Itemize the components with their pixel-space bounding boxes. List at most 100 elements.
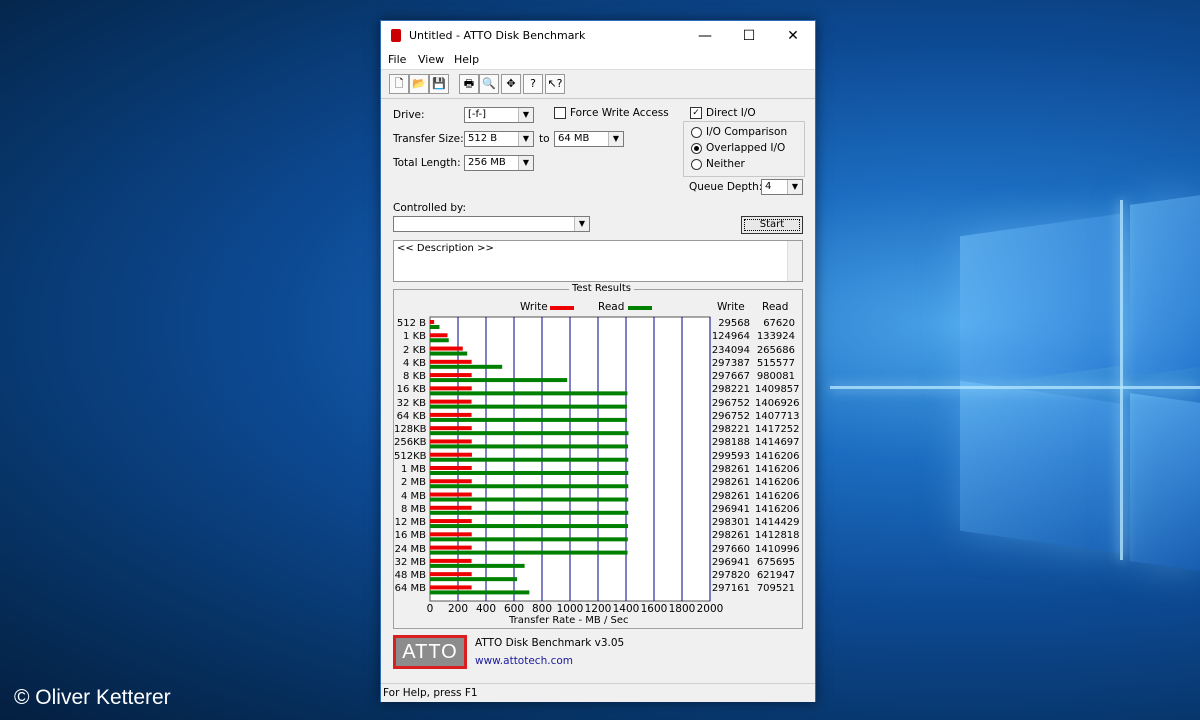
read-bar — [430, 404, 627, 409]
read-value: 1409857 — [755, 384, 800, 396]
menu-help[interactable]: Help — [454, 53, 479, 66]
write-bar — [430, 585, 472, 590]
transfer-to-select[interactable]: 64 MB ▼ — [554, 131, 624, 147]
app-icon — [391, 29, 401, 42]
direct-io-label: Direct I/O — [706, 107, 756, 119]
new-icon[interactable]: 🗋 — [389, 74, 409, 94]
write-bar — [430, 439, 472, 444]
write-value: 124964 — [711, 331, 750, 343]
read-value: 1406926 — [755, 397, 800, 409]
print-preview-icon[interactable]: 🔍 — [479, 74, 499, 94]
move-icon[interactable]: ✥ — [501, 74, 521, 94]
category-label: 1 KB — [403, 331, 426, 343]
chevron-down-icon: ▼ — [518, 108, 533, 122]
open-icon[interactable]: 📂 — [409, 74, 429, 94]
menu-file[interactable]: File — [388, 53, 406, 66]
io-comparison-radio[interactable] — [691, 127, 702, 138]
minimize-button[interactable]: — — [683, 21, 727, 51]
write-value: 297660 — [711, 543, 750, 555]
queue-depth-select[interactable]: 4 ▼ — [761, 179, 803, 195]
title-bar[interactable]: Untitled - ATTO Disk Benchmark — ☐ ✕ — [381, 21, 815, 51]
category-label: 4 MB — [400, 490, 426, 502]
read-bar — [430, 431, 629, 436]
chevron-down-icon: ▼ — [518, 132, 533, 146]
save-icon[interactable]: 💾 — [429, 74, 449, 94]
category-label: 48 MB — [394, 570, 426, 582]
drive-label: Drive: — [393, 109, 425, 121]
write-value: 298221 — [711, 424, 750, 436]
write-value: 297161 — [711, 583, 750, 595]
write-bar — [430, 373, 472, 378]
start-button[interactable]: Start — [741, 216, 803, 234]
atto-logo[interactable]: ATTO — [393, 635, 467, 669]
drive-select[interactable]: [-f-] ▼ — [464, 107, 534, 123]
read-bar — [430, 550, 628, 555]
product-version: ATTO Disk Benchmark v3.05 — [475, 637, 625, 649]
write-value: 298261 — [711, 477, 750, 489]
context-help-icon[interactable]: ↖? — [545, 74, 565, 94]
read-value: 515577 — [756, 357, 795, 369]
category-label: 8 KB — [403, 371, 426, 383]
category-label: 2 MB — [400, 477, 426, 489]
toolbar: 🗋 📂 💾 🖶 🔍 ✥ ? ↖? — [381, 69, 815, 99]
print-icon[interactable]: 🖶 — [459, 74, 479, 94]
read-bar — [430, 325, 440, 329]
write-bar — [430, 492, 472, 497]
write-bar — [430, 452, 472, 457]
write-bar — [430, 412, 472, 417]
neither-radio[interactable] — [691, 159, 702, 170]
help-icon[interactable]: ? — [523, 74, 543, 94]
maximize-button[interactable]: ☐ — [727, 21, 771, 51]
force-write-label: Force Write Access — [570, 107, 669, 119]
read-value: 1414697 — [755, 437, 800, 449]
write-value: 297667 — [711, 371, 750, 383]
category-label: 12 MB — [394, 517, 426, 529]
read-bar — [430, 351, 468, 356]
transfer-from-value: 512 B — [468, 133, 498, 144]
read-value: 133924 — [756, 331, 795, 343]
chevron-down-icon: ▼ — [787, 180, 802, 194]
write-value: 29568 — [718, 318, 750, 329]
description-field[interactable]: << Description >> — [393, 240, 803, 282]
read-value: 1416206 — [755, 490, 800, 502]
write-bar — [430, 386, 472, 391]
category-label: 1 MB — [400, 463, 426, 475]
write-bar — [430, 359, 472, 364]
website-link[interactable]: www.attotech.com — [475, 655, 573, 667]
x-axis-label: Transfer Rate - MB / Sec — [509, 615, 629, 626]
write-value: 298188 — [711, 437, 750, 449]
description-scrollbar[interactable] — [787, 241, 802, 281]
transfer-from-select[interactable]: 512 B ▼ — [464, 131, 534, 147]
category-label: 256KB — [394, 437, 427, 449]
window-title: Untitled - ATTO Disk Benchmark — [409, 29, 586, 42]
read-bar — [430, 484, 629, 489]
write-value: 297387 — [711, 357, 750, 369]
close-button[interactable]: ✕ — [771, 21, 815, 51]
force-write-checkbox[interactable] — [554, 107, 566, 119]
write-value: 299593 — [711, 450, 750, 462]
overlapped-io-radio[interactable] — [691, 143, 702, 154]
menu-view[interactable]: View — [418, 53, 444, 66]
read-value: 1414429 — [755, 517, 800, 529]
read-bar — [430, 577, 518, 582]
controlled-by-select[interactable]: ▼ — [393, 216, 590, 232]
read-bar — [430, 470, 629, 475]
copyright-watermark: © Oliver Ketterer — [14, 686, 171, 709]
write-bar — [430, 320, 435, 324]
write-bar — [430, 532, 472, 537]
read-value: 1416206 — [755, 450, 800, 462]
io-comparison-label: I/O Comparison — [706, 126, 788, 138]
read-bar — [430, 391, 628, 396]
read-bar — [430, 378, 568, 383]
read-value: 1416206 — [755, 463, 800, 475]
write-bar — [430, 545, 472, 550]
read-bar — [430, 563, 525, 568]
read-value: 265686 — [756, 344, 795, 356]
write-bar — [430, 465, 472, 470]
direct-io-checkbox[interactable]: ✓ — [690, 107, 702, 119]
category-label: 128KB — [394, 424, 427, 436]
read-bar — [430, 457, 629, 462]
total-length-select[interactable]: 256 MB ▼ — [464, 155, 534, 171]
read-value: 621947 — [756, 570, 795, 582]
neither-label: Neither — [706, 158, 745, 170]
